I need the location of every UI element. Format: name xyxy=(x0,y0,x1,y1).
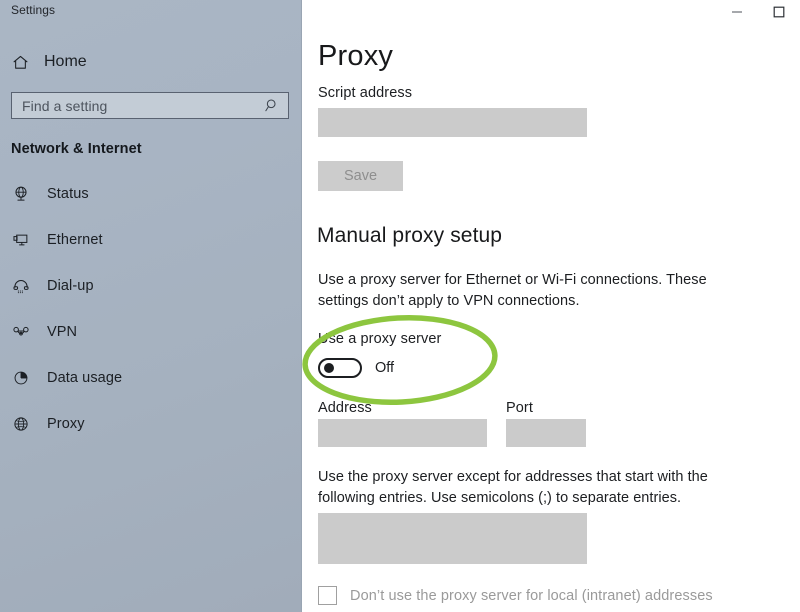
sidebar-item-status-label: Status xyxy=(47,186,89,202)
sidebar-item-vpn-label: VPN xyxy=(47,324,78,340)
search-input[interactable]: Find a setting xyxy=(11,92,289,119)
script-address-label: Script address xyxy=(318,85,413,101)
page-title: Proxy xyxy=(318,40,394,72)
port-label: Port xyxy=(506,400,533,416)
sidebar-item-proxy[interactable]: Proxy xyxy=(0,410,302,438)
sidebar: Settings Home Find a setting Network & I… xyxy=(0,0,302,612)
pie-chart-icon xyxy=(11,368,31,388)
toggle-state-label: Off xyxy=(375,360,395,376)
toggle-switch[interactable] xyxy=(318,358,362,378)
sidebar-item-ethernet-label: Ethernet xyxy=(47,232,103,248)
maximize-icon xyxy=(773,5,785,23)
sidebar-nav: Status Ethernet Dial-up VPN Data usage P… xyxy=(0,180,302,456)
port-input[interactable] xyxy=(506,419,586,447)
use-proxy-server-label: Use a proxy server xyxy=(318,331,442,347)
exceptions-description: Use the proxy server except for addresse… xyxy=(318,469,708,506)
use-a-proxy-server-toggle[interactable]: Off xyxy=(318,358,394,378)
sidebar-section-header: Network & Internet xyxy=(11,141,142,157)
sidebar-item-dial-up-label: Dial-up xyxy=(47,278,94,294)
minimize-icon xyxy=(731,5,743,23)
home-icon xyxy=(10,52,30,72)
address-label: Address xyxy=(318,400,372,416)
main-content: Proxy Script address Save Manual proxy s… xyxy=(302,0,800,612)
globe-icon xyxy=(11,414,31,434)
search-icon xyxy=(265,98,288,113)
address-input[interactable] xyxy=(318,419,487,447)
globe-stand-icon xyxy=(11,184,31,204)
vpn-icon xyxy=(11,322,31,342)
sidebar-item-data-usage[interactable]: Data usage xyxy=(0,364,302,392)
telephone-icon xyxy=(11,276,31,296)
bypass-local-addresses-row[interactable]: Don’t use the proxy server for local (in… xyxy=(318,586,713,605)
sidebar-item-dial-up[interactable]: Dial-up xyxy=(0,272,302,300)
bypass-local-checkbox[interactable] xyxy=(318,586,337,605)
sidebar-item-proxy-label: Proxy xyxy=(47,416,85,432)
sidebar-item-home[interactable]: Home xyxy=(10,48,87,76)
script-address-input[interactable] xyxy=(318,108,587,137)
manual-proxy-description: Use a proxy server for Ethernet or Wi-Fi… xyxy=(318,272,707,309)
minimize-button[interactable] xyxy=(716,0,758,28)
monitor-icon xyxy=(11,230,31,250)
sidebar-item-home-label: Home xyxy=(44,53,87,70)
sidebar-item-ethernet[interactable]: Ethernet xyxy=(0,226,302,254)
window-title: Settings xyxy=(11,3,56,17)
toggle-knob xyxy=(324,363,334,373)
bypass-local-label: Don’t use the proxy server for local (in… xyxy=(350,587,713,604)
sidebar-item-status[interactable]: Status xyxy=(0,180,302,208)
search-placeholder: Find a setting xyxy=(22,97,108,114)
sidebar-item-vpn[interactable]: VPN xyxy=(0,318,302,346)
window-controls xyxy=(716,0,800,28)
settings-window: Settings Home Find a setting Network & I… xyxy=(0,0,800,612)
maximize-button[interactable] xyxy=(758,0,800,28)
exceptions-input[interactable] xyxy=(318,513,587,564)
save-button[interactable]: Save xyxy=(318,161,403,191)
manual-proxy-setup-heading: Manual proxy setup xyxy=(317,224,503,247)
sidebar-item-data-usage-label: Data usage xyxy=(47,370,123,386)
